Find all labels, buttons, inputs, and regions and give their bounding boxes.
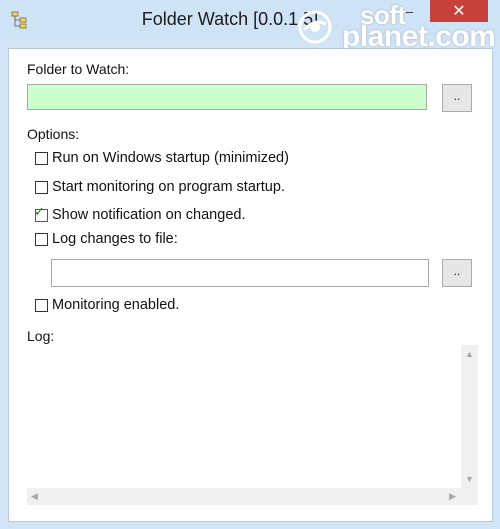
log-label: Log: <box>27 328 55 344</box>
checkbox[interactable] <box>35 232 48 246</box>
app-window: Folder Watch [0.0.1.5] — ✕ soft planet.c… <box>0 0 500 529</box>
log-textarea[interactable]: ▲ ▼ ◀ ▶ <box>27 345 478 505</box>
options-label: Options: <box>27 126 80 142</box>
check-mark-icon: ✓ <box>34 203 45 219</box>
log-file-browse-button[interactable]: .. <box>442 259 472 287</box>
option-run-on-startup[interactable]: Run on Windows startup (minimized) <box>35 148 289 168</box>
scroll-up-icon[interactable]: ▲ <box>465 349 474 359</box>
log-file-input[interactable] <box>51 259 429 287</box>
scroll-right-icon[interactable]: ▶ <box>449 491 456 502</box>
scroll-down-icon[interactable]: ▼ <box>465 474 474 484</box>
vertical-scrollbar[interactable]: ▲ ▼ <box>461 345 478 488</box>
folder-path-input[interactable] <box>27 84 427 110</box>
scroll-left-icon[interactable]: ◀ <box>31 491 38 502</box>
option-start-monitoring[interactable]: Start monitoring on program startup. <box>35 177 285 197</box>
option-label: Monitoring enabled. <box>52 297 180 313</box>
horizontal-scrollbar[interactable]: ◀ ▶ <box>27 488 478 505</box>
checkbox[interactable] <box>35 151 48 165</box>
option-label: Log changes to file: <box>52 231 178 247</box>
option-monitoring-enabled[interactable]: Monitoring enabled. <box>35 295 179 315</box>
checkbox[interactable] <box>35 180 48 194</box>
option-label: Run on Windows startup (minimized) <box>52 150 289 166</box>
option-log-changes[interactable]: Log changes to file: <box>35 229 178 249</box>
checkbox[interactable] <box>35 298 48 312</box>
folder-label: Folder to Watch: <box>27 61 130 77</box>
main-panel: Folder to Watch: .. Options: Run on Wind… <box>8 48 493 522</box>
option-label: Show notification on changed. <box>52 207 246 223</box>
folder-browse-button[interactable]: .. <box>442 84 472 112</box>
softplanet-logo-icon <box>298 10 332 44</box>
option-show-notification[interactable]: ✓ Show notification on changed. <box>34 205 246 225</box>
checkbox-checked[interactable]: ✓ <box>34 205 48 222</box>
option-label: Start monitoring on program startup. <box>52 179 285 195</box>
watermark: soft planet.com <box>298 0 498 53</box>
